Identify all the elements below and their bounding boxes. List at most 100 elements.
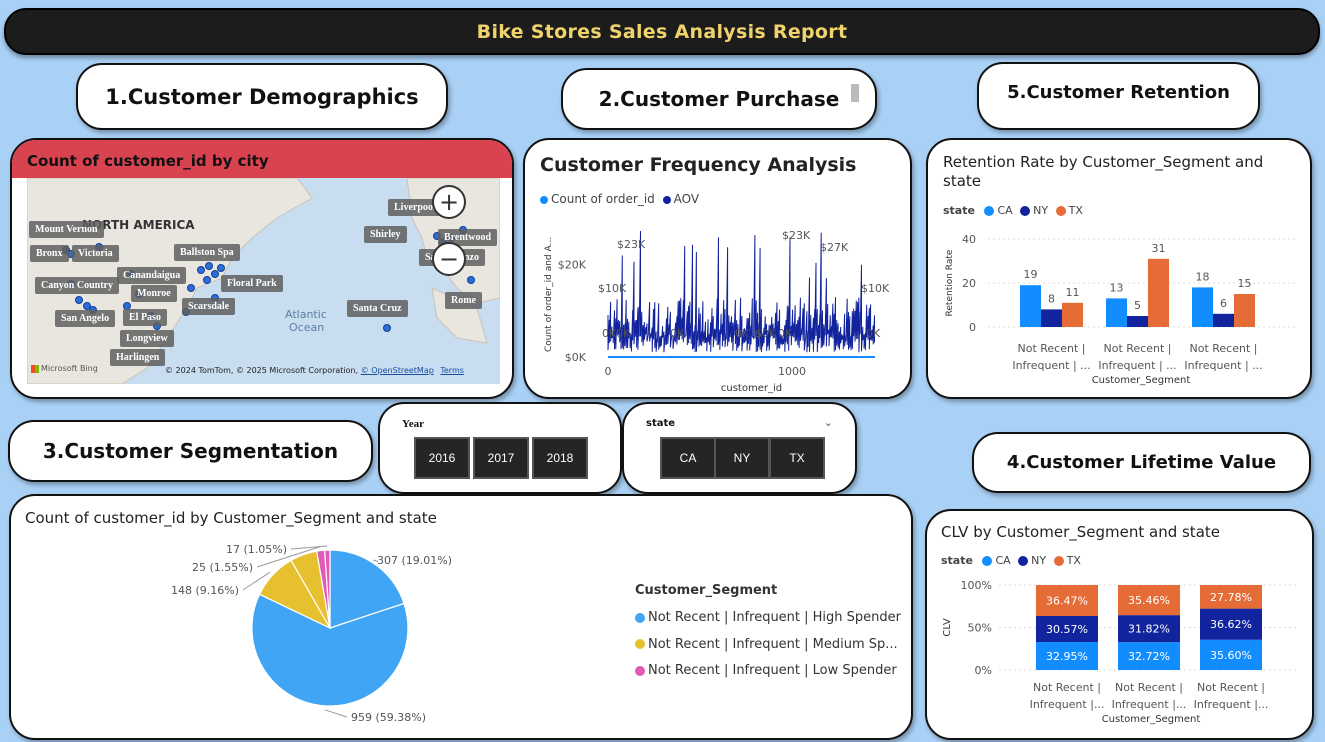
data-label: 148 (9.16%) (171, 584, 239, 597)
bar (1062, 302, 1083, 327)
retention-chart[interactable]: 0 20 40 Retention Rate 19 8 11 Not Recent | Infr… (928, 226, 1312, 396)
state-ny-button[interactable]: NY (714, 437, 770, 479)
frequency-legend: Count of order_id AOV (540, 192, 699, 206)
year-2018-button[interactable]: 2018 (532, 437, 588, 479)
map-point[interactable] (383, 324, 391, 332)
legend-dot-tx (1055, 206, 1066, 216)
city-label: Canandaigua (117, 267, 187, 284)
clv-chart[interactable]: 0% 50% 100% CLV 32.95% 30.57% 36.47% Not Recent… (927, 573, 1314, 740)
map-point[interactable] (205, 262, 213, 270)
city-label: Rome (445, 292, 482, 309)
frequency-chart[interactable]: $0K $20K Count of order_id and A... 0 1000 cu… (525, 210, 912, 399)
legend-dot-tx (1053, 556, 1064, 566)
segment-pie-card: Count of customer_id by Customer_Segment… (9, 494, 913, 740)
y-axis-title: CLV (942, 618, 953, 636)
data-label: $23K (617, 238, 646, 251)
city-label: Harlingen (110, 349, 166, 366)
retention-legend: state CA NY TX (943, 204, 1083, 217)
bar (1213, 313, 1234, 327)
x-tick-label: Infrequent | ... (1098, 359, 1176, 372)
data-label: $10K (861, 282, 890, 295)
bar (1192, 287, 1213, 327)
state-tx-button[interactable]: TX (769, 437, 825, 479)
data-label: 6 (1220, 297, 1227, 310)
map-point[interactable] (197, 266, 205, 274)
year-2016-button[interactable]: 2016 (414, 437, 470, 479)
x-tick-label: Infrequent |... (1112, 698, 1187, 711)
data-label: $0K (755, 327, 777, 340)
segment-pie-chart[interactable]: 307 (19.01%) 959 (59.38%) 148 (9.16%) 25 (1… (11, 538, 571, 738)
data-label: 27.78% (1210, 591, 1252, 604)
data-label: $23K (782, 229, 811, 242)
legend-dot-low (635, 665, 645, 676)
legend-count-label: Count of order_id (551, 192, 655, 206)
data-label: 8 (1048, 292, 1055, 305)
legend-dot-medium (635, 639, 645, 649)
data-label: 0K (735, 327, 750, 340)
data-label: 25 (1.55%) (192, 561, 253, 574)
year-2017-button[interactable]: 2017 (473, 437, 529, 479)
chevron-down-icon[interactable]: ⌄ (824, 416, 833, 429)
year-slicer-title: Year (402, 418, 424, 430)
bar (1127, 316, 1148, 327)
city-label: Ballston Spa (174, 244, 240, 261)
data-label: 5 (1134, 299, 1141, 312)
zoom-in-button[interactable]: + (432, 185, 466, 219)
map-point[interactable] (75, 296, 83, 304)
leader-line (290, 545, 328, 550)
map-point[interactable] (217, 264, 225, 272)
frequency-title: Customer Frequency Analysis (540, 154, 857, 176)
legend-tx: TX (1068, 204, 1083, 217)
map-point[interactable] (467, 276, 475, 284)
data-label: 17 (1.05%) (226, 543, 287, 556)
section-segmentation-label: 3.Customer Segmentation (42, 439, 339, 463)
y-tick-label: 0% (975, 664, 992, 677)
osm-link[interactable]: © OpenStreetMap (361, 366, 434, 375)
zoom-out-button[interactable]: − (432, 242, 466, 276)
map-point[interactable] (203, 276, 211, 284)
ocean-label-2: Ocean (289, 321, 325, 334)
map-title: Count of customer_id by city (27, 152, 269, 170)
y-axis-title: Count of order_id and A... (544, 237, 554, 352)
data-label: 13 (1110, 281, 1124, 294)
legend-item-medium[interactable]: Not Recent | Infrequent | Medium Sp... (635, 632, 901, 659)
clv-title: CLV by Customer_Segment and state (941, 523, 1220, 541)
data-label: $27K (820, 241, 849, 254)
section-lifetime-label: 4.Customer Lifetime Value (1006, 452, 1277, 473)
x-axis-title: customer_id (721, 383, 782, 394)
map-header: Count of customer_id by city (12, 140, 512, 178)
clv-legend-title: state (941, 554, 973, 567)
x-tick-label: 0 (605, 365, 612, 378)
report-title-banner: Bike Stores Sales Analysis Report (4, 8, 1320, 55)
data-label: 35.60% (1210, 649, 1252, 662)
legend-item-high[interactable]: Not Recent | Infrequent | High Spender (635, 605, 901, 632)
legend-ny: NY (1033, 204, 1049, 217)
section-demographics-label: 1.Customer Demographics (105, 84, 419, 109)
data-label: 307 (19.01%) (377, 554, 452, 567)
leader-line (324, 709, 348, 718)
city-label: Shirley (364, 226, 407, 243)
data-label: 959 (59.38%) (351, 711, 426, 724)
legend-item-low[interactable]: Not Recent | Infrequent | Low Spender (635, 658, 901, 685)
bar (1020, 285, 1041, 327)
section-segmentation: 3.Customer Segmentation (8, 420, 373, 482)
legend-dot-ca (984, 206, 995, 216)
terms-link[interactable]: Terms (440, 366, 464, 375)
legend-label-medium: Not Recent | Infrequent | Medium Sp... (648, 636, 898, 652)
x-axis-title: Customer_Segment (1102, 714, 1201, 725)
city-label: Victoria (72, 245, 119, 262)
pie-legend-title: Customer_Segment (635, 583, 778, 598)
state-ca-button[interactable]: CA (660, 437, 716, 479)
state-slicer-title: state (646, 418, 676, 429)
x-tick-label: Not Recent | (1190, 342, 1258, 355)
report-title: Bike Stores Sales Analysis Report (476, 20, 848, 43)
data-label: $10K (598, 282, 627, 295)
map-canvas[interactable]: NORTH AMERICA Atlantic Ocean Mount Verno… (27, 178, 500, 384)
y-axis-title: Retention Rate (945, 249, 955, 316)
legend-ca: CA (997, 204, 1013, 217)
data-label: 18 (1196, 270, 1210, 283)
bar (1148, 258, 1169, 327)
city-label: Longview (120, 330, 174, 347)
map-point[interactable] (187, 284, 195, 292)
data-label: 19 (1024, 268, 1038, 281)
